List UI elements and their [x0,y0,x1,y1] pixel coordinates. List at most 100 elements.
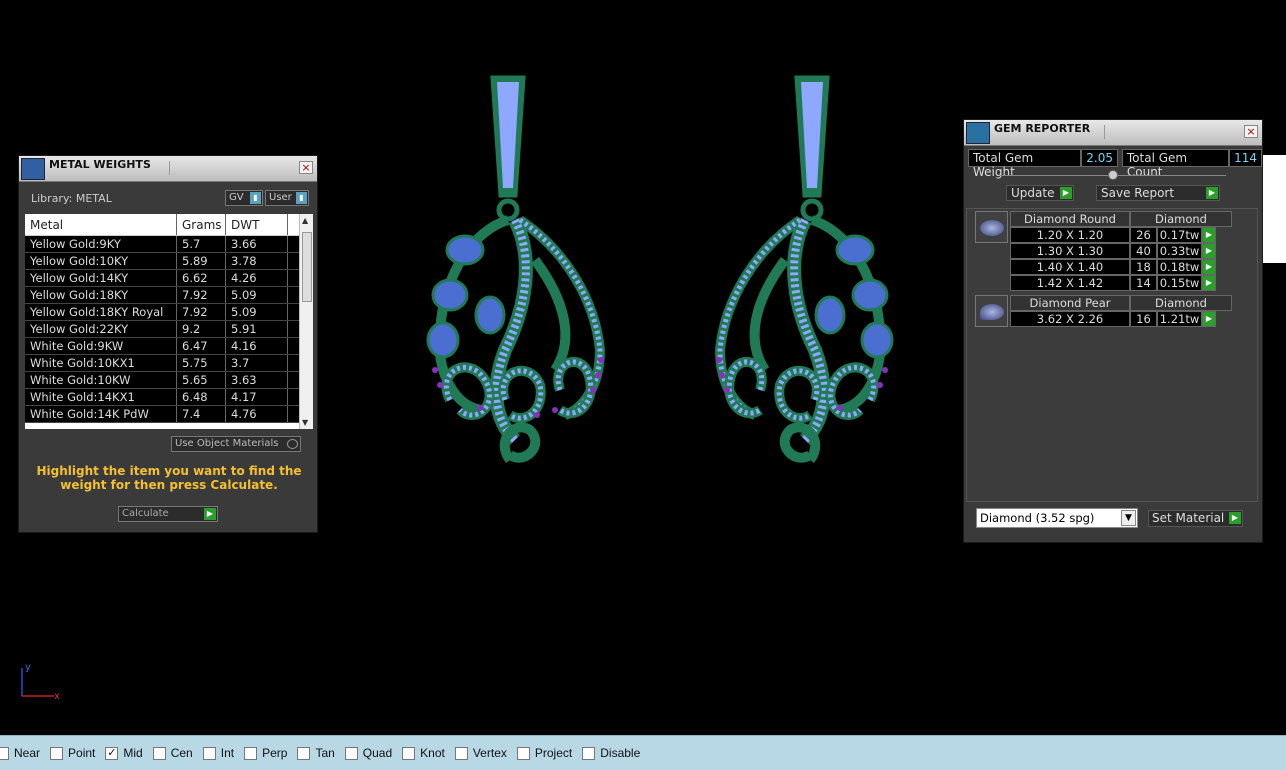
snap-label: Mid [123,746,143,760]
checkbox-icon[interactable] [0,746,9,760]
snap-disable[interactable]: Disable [582,746,640,760]
gem-count-cell: 16 [1130,311,1157,327]
snap-point[interactable]: Point [50,746,95,760]
gem-row[interactable]: 3.62 X 2.26 16 1.21tw ▶ [1010,311,1232,327]
table-row[interactable]: White Gold:14KX1 6.48 4.17 [25,389,313,406]
checkbox-icon[interactable]: ✓ [105,746,119,760]
table-row[interactable]: White Gold:9KW 6.47 4.16 [25,338,313,355]
gv-select[interactable]: GV ▮ [225,190,263,206]
snap-int[interactable]: Int [202,746,235,760]
table-row[interactable]: Yellow Gold:10KY 5.89 3.78 [25,253,313,270]
gem-row[interactable]: 1.30 X 1.30 40 0.33tw ▶ [1010,243,1232,259]
table-row[interactable]: White Gold:14K PdW 7.4 4.76 [25,406,313,423]
table-row[interactable]: White Gold:10KW 5.65 3.63 [25,372,313,389]
gem-row[interactable]: 1.40 X 1.40 18 0.18tw ▶ [1010,259,1232,275]
gem-reporter-logo-icon [966,122,990,144]
checkbox-icon[interactable] [516,746,530,760]
total-gem-count-value: 114 [1229,149,1262,167]
checkbox-icon[interactable] [582,746,596,760]
gem-rows: 1.20 X 1.20 26 0.17tw ▶ 1.30 X 1.30 40 0.33tw ▶… [1010,227,1232,291]
snap-label: Int [220,746,235,760]
play-arrow-icon[interactable]: ▶ [1202,243,1216,259]
snap-project[interactable]: Project [516,746,572,760]
checkbox-icon[interactable] [454,746,468,760]
play-arrow-icon: ▶ [204,508,216,520]
snap-near[interactable]: Near [0,746,40,760]
column-header-grams[interactable]: Grams [177,214,226,235]
table-row[interactable]: Yellow Gold:14KY 6.62 4.26 [25,270,313,287]
gem-slider[interactable] [1000,170,1226,180]
snap-label: Quad [362,746,393,760]
snap-mid[interactable]: ✓ Mid [105,746,143,760]
gem-row[interactable]: 1.42 X 1.42 14 0.15tw ▶ [1010,275,1232,291]
gem-shape-label: Diamond Round [1010,211,1130,227]
snap-label: Tan [315,746,335,760]
chevron-down-icon[interactable]: ▼ [1121,510,1136,526]
checkbox-icon[interactable] [297,746,311,760]
table-row[interactable]: Yellow Gold:22KY 9.2 5.91 [25,321,313,338]
snap-knot[interactable]: Knot [402,746,445,760]
snap-quad[interactable]: Quad [344,746,393,760]
use-object-materials-toggle[interactable]: Use Object Materials [171,436,301,452]
play-arrow-icon[interactable]: ▶ [1202,311,1216,327]
scroll-down-icon[interactable]: ▼ [302,418,308,427]
grams-cell: 5.89 [177,253,226,269]
set-material-button[interactable]: Set Material ▶ [1148,510,1243,527]
library-label: Library: METAL [31,192,112,205]
snap-label: Perp [262,746,288,760]
close-icon[interactable]: × [1244,125,1258,138]
gem-row[interactable]: 1.20 X 1.20 26 0.17tw ▶ [1010,227,1232,243]
close-icon[interactable]: × [299,161,313,174]
checkbox-icon[interactable] [50,746,64,760]
3d-viewport[interactable]: METAL WEIGHTS × Library: METAL GV ▮ User… [0,0,1286,735]
calculate-button[interactable]: Calculate ▶ [118,506,218,522]
use-object-materials-label: Use Object Materials [175,438,279,449]
scroll-thumb[interactable] [302,232,312,302]
gem-count-cell: 40 [1130,243,1157,259]
snap-tan[interactable]: Tan [297,746,335,760]
table-row[interactable]: Yellow Gold:18KY Royal 7.92 5.09 [25,304,313,321]
gem-count-cell: 14 [1130,275,1157,291]
table-row[interactable]: White Gold:10KX1 5.75 3.7 [25,355,313,372]
column-header-metal[interactable]: Metal [25,214,177,235]
metal-table-scrollbar[interactable]: ▲ ▼ [299,214,313,429]
column-header-dwt[interactable]: DWT [226,214,288,235]
save-report-button[interactable]: Save Report ▶ [1096,185,1220,201]
gem-reporter-titlebar[interactable]: GEM REPORTER × [964,120,1262,146]
slider-knob[interactable] [1108,170,1118,180]
play-arrow-icon[interactable]: ▶ [1202,259,1216,275]
grams-cell: 5.75 [177,355,226,371]
dwt-cell: 4.17 [226,389,288,405]
checkbox-icon[interactable] [244,746,258,760]
user-select[interactable]: User ▮ [265,190,309,206]
snap-vertex[interactable]: Vertex [454,746,507,760]
dwt-cell: 5.91 [226,321,288,337]
play-arrow-icon: ▶ [1229,512,1241,524]
material-select[interactable]: Diamond (3.52 spg) ▼ [976,508,1138,528]
metal-name-cell: White Gold:10KX1 [25,355,177,371]
gv-label: GV [229,192,244,203]
checkbox-icon[interactable] [344,746,358,760]
metal-weights-titlebar[interactable]: METAL WEIGHTS × [19,156,317,182]
gem-material-label: Diamond [1130,295,1232,311]
metal-weights-title: METAL WEIGHTS [49,158,151,171]
checkbox-icon[interactable] [402,746,416,760]
table-row[interactable]: Yellow Gold:18KY 7.92 5.09 [25,287,313,304]
play-arrow-icon[interactable]: ▶ [1202,275,1216,291]
snap-cen[interactable]: Cen [152,746,193,760]
update-button[interactable]: Update ▶ [1006,185,1074,201]
snap-perp[interactable]: Perp [244,746,287,760]
table-row[interactable]: Yellow Gold:9KY 5.7 3.66 [25,236,313,253]
snap-label: Point [68,746,96,760]
checkbox-icon[interactable] [202,746,216,760]
gem-weight-cell: 0.33tw [1157,243,1202,259]
gem-size-cell: 1.40 X 1.40 [1010,259,1130,275]
metal-rows: Yellow Gold:9KY 5.7 3.66 Yellow Gold:10KY 5.… [25,236,313,423]
gem-count-cell: 26 [1130,227,1157,243]
metal-name-cell: Yellow Gold:18KY [25,287,177,303]
play-arrow-icon[interactable]: ▶ [1202,227,1216,243]
scroll-up-icon[interactable]: ▲ [302,216,308,225]
checkbox-icon[interactable] [152,746,166,760]
pear-gem-icon [975,295,1008,327]
snap-statusbar: Near Point ✓ Mid Cen Int Perp Tan Quad Knot Vertex… [0,735,1286,770]
